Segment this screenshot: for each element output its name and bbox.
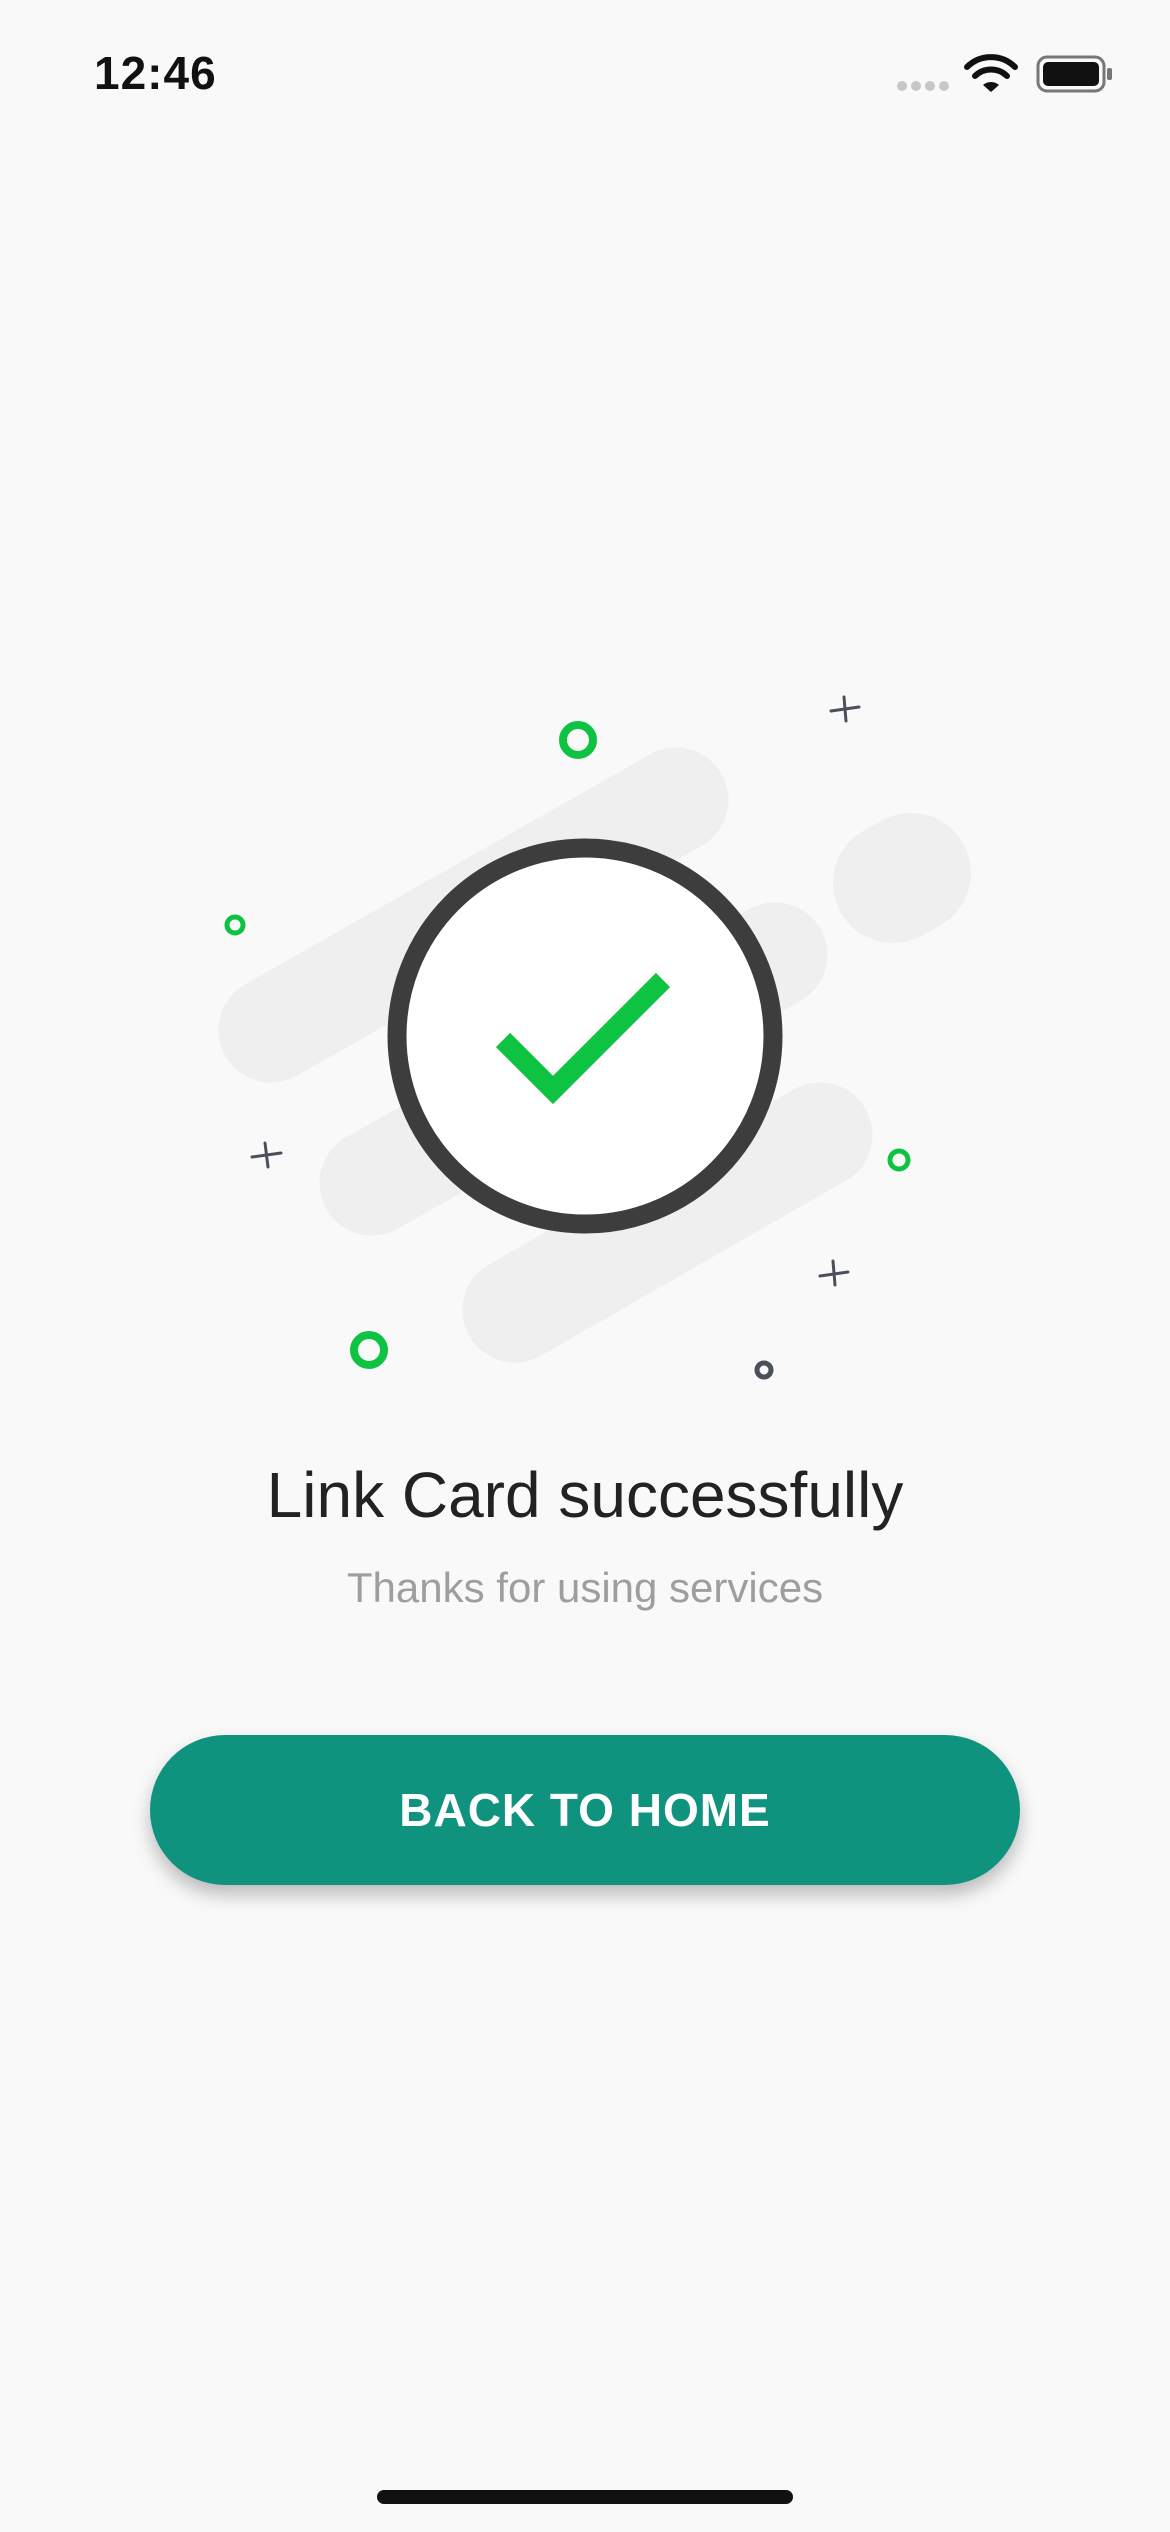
success-circle: [387, 838, 783, 1234]
accent-ring-top: [559, 721, 597, 759]
accent-dot-dark: [754, 1360, 774, 1380]
success-subtitle: Thanks for using services: [346, 1564, 824, 1611]
accent-ring-right: [887, 1148, 911, 1172]
accent-ring-left: [224, 914, 246, 936]
back-to-home-button[interactable]: BACK TO HOME: [150, 1735, 1020, 1885]
accent-ring-bottom: [350, 1331, 388, 1369]
success-title: Link Card successfully: [266, 1459, 904, 1531]
success-illustration: [218, 695, 971, 1380]
home-indicator: [377, 2490, 793, 2504]
